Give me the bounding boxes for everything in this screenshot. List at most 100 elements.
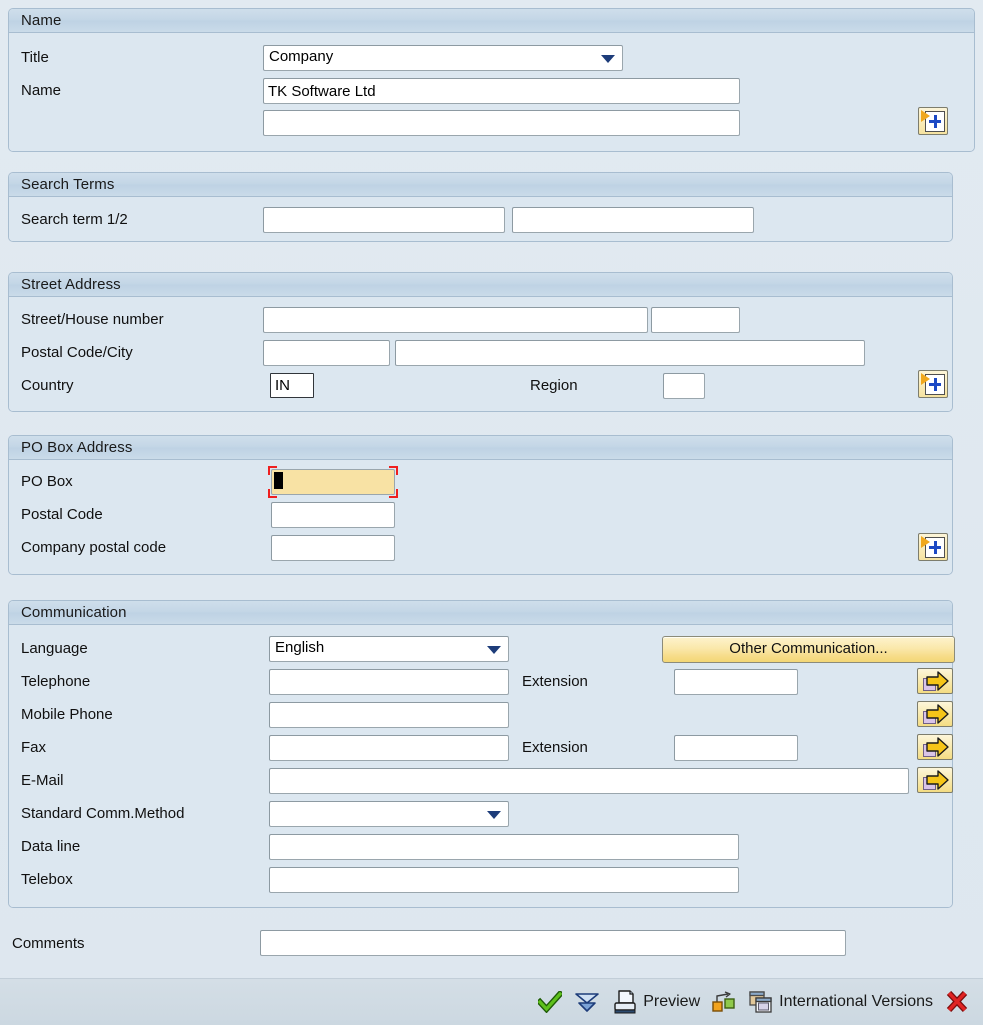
- title-dropdown-value: Company: [269, 48, 334, 65]
- double-chevron-down-icon: [575, 993, 600, 1012]
- telebox-input[interactable]: [269, 867, 739, 893]
- label-street-house-number: Street/House number: [21, 311, 164, 328]
- label-data-line: Data line: [21, 838, 81, 855]
- yellow-arrow-icon: [926, 671, 949, 691]
- name-line1-input[interactable]: [263, 78, 740, 104]
- label-telephone: Telephone: [21, 673, 91, 690]
- other-communication-button[interactable]: Other Communication...: [662, 636, 955, 663]
- fax-input[interactable]: [269, 735, 509, 761]
- preview-button[interactable]: Preview: [612, 990, 700, 1014]
- region-input[interactable]: [663, 373, 705, 399]
- city-input[interactable]: [395, 340, 865, 366]
- stacked-windows-icon: [749, 991, 772, 1013]
- plus-icon-v: [934, 115, 937, 128]
- street-address-details-button[interactable]: [918, 370, 948, 398]
- text-caret: [274, 472, 283, 489]
- house-number-input[interactable]: [651, 307, 740, 333]
- green-check-icon: [538, 991, 563, 1013]
- search-term-1-input[interactable]: [263, 207, 505, 233]
- international-versions-button[interactable]: International Versions: [748, 990, 933, 1014]
- international-versions-label: International Versions: [779, 993, 933, 1010]
- label-country: Country: [21, 377, 74, 394]
- language-dropdown-value: English: [275, 639, 325, 656]
- cancel-button[interactable]: [945, 991, 969, 1013]
- continue-button[interactable]: [538, 991, 563, 1013]
- standard-comm-method-dropdown[interactable]: [269, 801, 509, 827]
- plus-icon-v: [934, 541, 937, 554]
- telephone-input[interactable]: [269, 669, 509, 695]
- network-nodes-icon: [712, 991, 735, 1012]
- street-input[interactable]: [263, 307, 648, 333]
- label-telephone-extension: Extension: [522, 673, 588, 690]
- section-name: Name Title Company Name: [8, 8, 975, 152]
- section-street-address-header: Street Address: [9, 273, 952, 297]
- section-search-terms-body: Search term 1/2: [9, 197, 952, 241]
- section-search-terms: Search Terms Search term 1/2: [8, 172, 953, 242]
- footer-actions: Preview International Versions: [538, 979, 969, 1025]
- fax-goto-button[interactable]: [917, 734, 953, 760]
- arrow-cursor-icon: [921, 110, 930, 122]
- section-po-box-address: PO Box Address PO Box Postal Code Compan…: [8, 435, 953, 575]
- preview-label: Preview: [643, 993, 701, 1010]
- label-company-postal-code: Company postal code: [21, 539, 167, 556]
- email-goto-button[interactable]: [917, 767, 953, 793]
- arrow-cursor-icon: [921, 536, 930, 548]
- plus-icon-v: [934, 378, 937, 391]
- language-dropdown[interactable]: English: [269, 636, 509, 662]
- comments-input[interactable]: [260, 930, 846, 956]
- label-comments: Comments: [12, 935, 85, 952]
- section-street-address: Street Address Street/House number Posta…: [8, 272, 953, 412]
- po-box-focus-indicator: [268, 466, 398, 498]
- po-box-input[interactable]: [271, 469, 395, 495]
- label-fax-extension: Extension: [522, 739, 588, 756]
- label-language: Language: [21, 640, 88, 657]
- po-box-postal-code-input[interactable]: [271, 502, 395, 528]
- mobile-phone-input[interactable]: [269, 702, 509, 728]
- mobile-phone-goto-button[interactable]: [917, 701, 953, 727]
- section-po-box-address-header: PO Box Address: [9, 436, 952, 460]
- label-postal-code-city: Postal Code/City: [21, 344, 133, 361]
- label-postal-code: Postal Code: [21, 506, 103, 523]
- label-standard-comm-method: Standard Comm.Method: [21, 805, 185, 822]
- label-po-box: PO Box: [21, 473, 73, 490]
- telephone-extension-input[interactable]: [674, 669, 798, 695]
- label-region: Region: [530, 377, 578, 394]
- company-postal-code-input[interactable]: [271, 535, 395, 561]
- label-search-term: Search term 1/2: [21, 211, 128, 228]
- name-line2-input[interactable]: [263, 110, 740, 136]
- section-communication-header: Communication: [9, 601, 952, 625]
- section-name-header: Name: [9, 9, 974, 33]
- label-mobile-phone: Mobile Phone: [21, 706, 113, 723]
- fax-extension-input[interactable]: [674, 735, 798, 761]
- email-input[interactable]: [269, 768, 909, 794]
- postal-code-input[interactable]: [263, 340, 390, 366]
- more-options-button[interactable]: [574, 991, 600, 1013]
- telephone-goto-button[interactable]: [917, 668, 953, 694]
- section-communication: Communication Language English Other Com…: [8, 600, 955, 908]
- label-fax: Fax: [21, 739, 47, 756]
- country-input[interactable]: [270, 373, 314, 398]
- chevron-down-icon: [487, 811, 501, 819]
- label-title: Title: [21, 49, 49, 66]
- name-details-button[interactable]: [918, 107, 948, 135]
- data-line-input[interactable]: [269, 834, 739, 860]
- label-email: E-Mail: [21, 772, 64, 789]
- relationships-button[interactable]: [712, 990, 736, 1014]
- yellow-arrow-icon: [926, 770, 949, 790]
- section-name-body: Title Company Name: [9, 33, 974, 151]
- search-term-2-input[interactable]: [512, 207, 754, 233]
- po-box-details-button[interactable]: [918, 533, 948, 561]
- yellow-arrow-icon: [926, 737, 949, 757]
- label-name: Name: [21, 82, 62, 99]
- label-telebox: Telebox: [21, 871, 73, 888]
- yellow-arrow-icon: [926, 704, 949, 724]
- printer-icon: [614, 990, 636, 1014]
- arrow-cursor-icon: [921, 373, 930, 385]
- chevron-down-icon: [487, 646, 501, 654]
- section-street-address-body: Street/House number Postal Code/City Cou…: [9, 297, 952, 411]
- footer-toolbar: Preview International Versions: [0, 978, 983, 1025]
- section-search-terms-header: Search Terms: [9, 173, 952, 197]
- section-po-box-address-body: PO Box Postal Code Company postal code: [9, 460, 952, 574]
- title-dropdown[interactable]: Company: [263, 45, 623, 71]
- section-communication-body: Language English Other Communication... …: [9, 625, 955, 907]
